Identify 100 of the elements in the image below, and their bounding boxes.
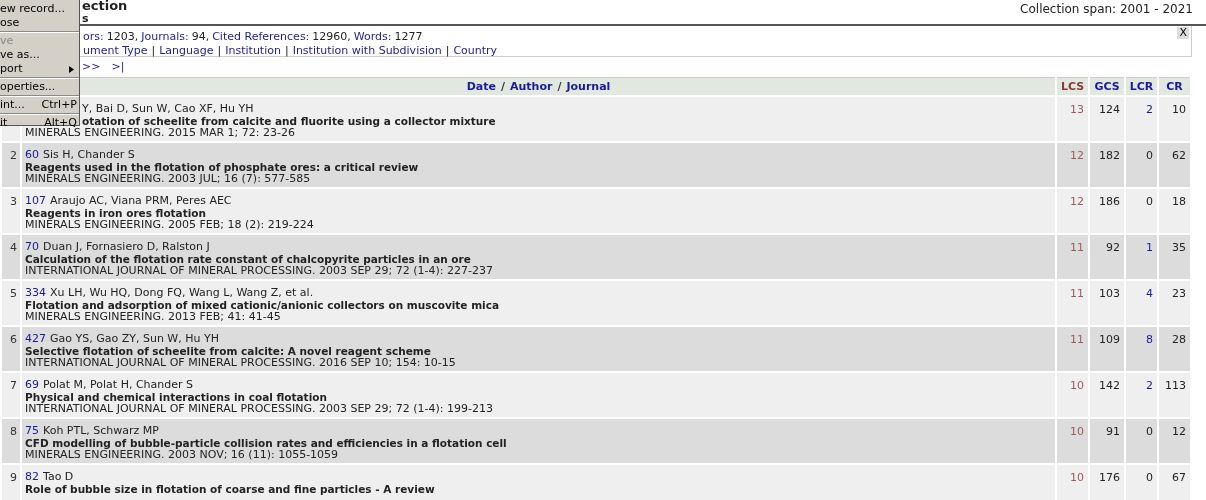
record-title: otation of scheelite from calcite and fluorite using a collector mixture — [82, 115, 497, 127]
lcs-count: 12 — [1070, 149, 1084, 162]
record-link[interactable]: 70 — [25, 240, 39, 253]
count-value: 109 — [1099, 333, 1120, 346]
column-header[interactable]: GCS — [1089, 77, 1125, 96]
count-value: 0 — [1146, 195, 1153, 208]
record-authors: Tao D — [43, 470, 74, 483]
stat-value: 1203, — [106, 30, 139, 43]
record-link[interactable]: 82 — [25, 470, 39, 483]
count-value: 182 — [1099, 149, 1120, 162]
sort-link[interactable]: Author — [509, 80, 553, 93]
stat-value: 1277 — [394, 30, 423, 43]
record-source: MINERALS ENGINEERING. 2003 NOV; 16 (11): 1055-1059 — [25, 449, 340, 461]
lcs-count: 13 — [1070, 103, 1084, 116]
row-number: 9 — [10, 471, 17, 484]
record-title: Calculation of the flotation rate constant of chalcopyrite particles in an ore — [25, 253, 471, 265]
menu-item[interactable]: ose — [0, 16, 20, 30]
record-link[interactable]: 75 — [25, 424, 39, 437]
lcs-count: 10 — [1070, 471, 1084, 484]
row-number: 4 — [10, 241, 17, 254]
sort-link[interactable]: Journal — [566, 80, 611, 93]
lcs-count: 12 — [1070, 195, 1084, 208]
count-value: 35 — [1172, 241, 1186, 254]
count-value: 113 — [1165, 379, 1186, 392]
record-title: Role of bubble size in flotation of coarse and fine particles - A review — [25, 483, 436, 495]
link-separator: | — [445, 44, 450, 57]
sort-link[interactable]: Date — [466, 80, 496, 93]
record-authors: Sis H, Chander S — [43, 148, 135, 161]
field-link[interactable]: Language — [159, 44, 214, 57]
menu-item[interactable]: ve as... — [0, 48, 40, 62]
column-header[interactable]: CR — [1158, 77, 1191, 96]
record-title: Selective flotation of scheelite from calcite: A novel reagent scheme — [25, 345, 431, 357]
lcs-count: 10 — [1070, 425, 1084, 438]
row-number: 7 — [10, 379, 17, 392]
record-link[interactable]: 427 — [25, 332, 46, 345]
record-title: Physical and chemical interactions in coal flotation — [25, 391, 327, 403]
menu-shortcut: Ctrl+P — [41, 98, 77, 112]
menu-item[interactable]: int... — [0, 98, 25, 112]
count-value[interactable]: 8 — [1146, 333, 1153, 346]
count-value[interactable]: 2 — [1146, 379, 1153, 392]
record-source: INTERNATIONAL JOURNAL OF MINERAL PROCESSING. 2003 SEP 29; 72 (1-4): 199-213 — [25, 403, 494, 415]
count-value: 176 — [1099, 471, 1120, 484]
stat-link[interactable]: ors: — [83, 30, 104, 43]
lcs-count: 11 — [1070, 333, 1084, 346]
record-title: Flotation and adsorption of mixed cationic/anionic collectors on muscovite mica — [25, 299, 500, 311]
lcs-count: 10 — [1070, 379, 1084, 392]
record-source: MINERALS ENGINEERING. 2013 FEB; 41: 41-45 — [25, 311, 282, 323]
count-value: 23 — [1172, 287, 1186, 300]
column-header[interactable]: LCS — [1056, 77, 1089, 96]
sort-separator: / — [500, 80, 505, 93]
record-authors: Polat M, Polat H, Chander S — [43, 378, 194, 391]
row-number: 8 — [10, 425, 17, 438]
count-value: 142 — [1099, 379, 1120, 392]
pager-link[interactable]: >| — [111, 60, 125, 73]
stat-value: 94, — [191, 30, 210, 43]
sort-separator: / — [557, 80, 562, 93]
record-authors: Koh PTL, Schwarz MP — [43, 424, 159, 437]
menu-item[interactable]: operties... — [0, 80, 56, 94]
record-title: CFD modelling of bubble-particle collision rates and efficiencies in a flotation cell — [25, 437, 508, 449]
record-link[interactable]: 334 — [25, 286, 46, 299]
record-link[interactable]: 69 — [25, 378, 39, 391]
count-value[interactable]: 2 — [1146, 103, 1153, 116]
menu-item[interactable]: ew record... — [0, 2, 65, 16]
record-link[interactable]: 60 — [25, 148, 39, 161]
row-number: 3 — [10, 195, 17, 208]
record-source: MINERALS ENGINEERING. 2003 JUL; 16 (7): 577-585 — [25, 173, 312, 185]
count-value: 92 — [1106, 241, 1120, 254]
count-value: 12 — [1172, 425, 1186, 438]
record-source: INTERNATIONAL JOURNAL OF MINERAL PROCESSING. 2016 SEP 10; 154: 10-15 — [25, 357, 457, 369]
count-value: 28 — [1172, 333, 1186, 346]
stat-link[interactable]: Cited References: — [212, 30, 310, 43]
column-header[interactable]: LCR — [1125, 77, 1158, 96]
record-authors: Y, Bai D, Sun W, Cao XF, Hu YH — [82, 102, 254, 115]
collection-span: Collection span: 2001 - 2021 — [1020, 1, 1193, 18]
count-value: 0 — [1146, 425, 1153, 438]
record-link[interactable]: 107 — [25, 194, 46, 207]
record-source: MINERALS ENGINEERING. 2005 FEB; 18 (2): 219-224 — [25, 219, 315, 231]
lcs-count: 11 — [1070, 287, 1084, 300]
submenu-arrow-icon — [69, 65, 74, 73]
record-authors: Gao YS, Gao ZY, Sun W, Hu YH — [50, 332, 219, 345]
field-link[interactable]: Institution — [225, 44, 281, 57]
close-button[interactable]: X — [1177, 27, 1189, 39]
count-value: 0 — [1146, 471, 1153, 484]
field-link[interactable]: Institution with Subdivision — [292, 44, 442, 57]
link-separator: | — [217, 44, 222, 57]
pager-link[interactable]: >> — [82, 60, 101, 73]
link-separator: | — [284, 44, 289, 57]
count-value[interactable]: 4 — [1146, 287, 1153, 300]
lcs-count: 11 — [1070, 241, 1084, 254]
count-value: 124 — [1099, 103, 1120, 116]
stat-link[interactable]: Journals: — [141, 30, 189, 43]
count-value: 18 — [1172, 195, 1186, 208]
menu-item[interactable]: port — [0, 62, 23, 76]
count-value[interactable]: 1 — [1146, 241, 1153, 254]
field-link[interactable]: ument Type — [83, 44, 148, 57]
record-source: MINERALS ENGINEERING. 2015 MAR 1; 72: 23-26 — [25, 127, 296, 139]
record-authors: Araujo AC, Viana PRM, Peres AEC — [50, 194, 232, 207]
stat-link[interactable]: Words: — [353, 30, 392, 43]
record-source: INTERNATIONAL JOURNAL OF MINERAL PROCESSING. 2003 SEP 29; 72 (1-4): 227-237 — [25, 265, 494, 277]
field-link[interactable]: Country — [453, 44, 498, 57]
